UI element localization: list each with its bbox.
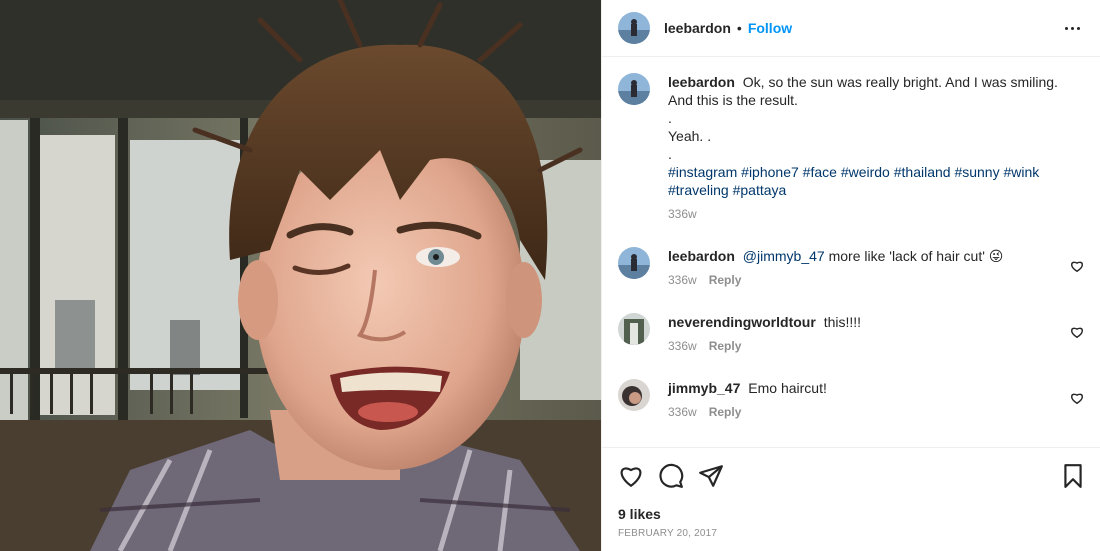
post-date: FEBRUARY 20, 2017 xyxy=(618,528,718,539)
hashtag-link[interactable]: #face xyxy=(803,164,837,180)
comment-meta: 336w Reply xyxy=(668,271,1060,289)
comment-icon[interactable] xyxy=(658,463,684,489)
caption-username[interactable]: leebardon xyxy=(668,74,735,90)
caption-text-line-2: And this is the result. xyxy=(668,92,798,108)
reply-button[interactable]: Reply xyxy=(709,403,742,421)
comment-meta: 336w Reply xyxy=(668,337,1060,355)
comment-heart-icon[interactable] xyxy=(1070,259,1084,273)
post-author-username[interactable]: leebardon xyxy=(664,20,731,36)
hashtag-link[interactable]: #instagram xyxy=(668,164,737,180)
post-header: leebardon • Follow xyxy=(602,0,1100,57)
avatar[interactable] xyxy=(618,12,650,44)
comment-item: neverendingworldtour this!!!! 336w Reply xyxy=(618,313,1084,355)
mention-link[interactable]: @jimmyb_47 xyxy=(743,248,825,264)
bookmark-icon[interactable] xyxy=(1060,463,1086,489)
hashtag-link[interactable]: #wink xyxy=(1004,164,1040,180)
reply-button[interactable]: Reply xyxy=(709,271,742,289)
comment-text: Emo haircut! xyxy=(748,380,827,396)
comment-heart-icon[interactable] xyxy=(1070,391,1084,405)
avatar[interactable] xyxy=(618,73,650,105)
post-details-panel: leebardon • Follow leebardon Ok, so the … xyxy=(601,0,1100,551)
comment-username[interactable]: jimmyb_47 xyxy=(668,380,740,396)
follow-button[interactable]: Follow xyxy=(748,20,792,36)
comment-meta: 336w Reply xyxy=(668,403,1060,421)
avatar[interactable] xyxy=(618,247,650,279)
post-photo[interactable] xyxy=(0,0,601,551)
comment-body: leebardon @jimmyb_47 more like 'lack of … xyxy=(668,247,1084,289)
comment-age[interactable]: 336w xyxy=(668,337,697,355)
caption-meta: 336w xyxy=(668,205,1060,223)
caption-body: leebardon Ok, so the sun was really brig… xyxy=(668,73,1084,223)
caption-text-line-3: . xyxy=(668,110,672,126)
comment-item: leebardon @jimmyb_47 more like 'lack of … xyxy=(618,247,1084,289)
avatar[interactable] xyxy=(618,379,650,411)
hashtag-link[interactable]: #sunny xyxy=(954,164,999,180)
caption-text-line-4: Yeah. . xyxy=(668,128,712,144)
avatar-image xyxy=(618,12,650,44)
hashtag-link[interactable]: #traveling xyxy=(668,182,729,198)
avatar[interactable] xyxy=(618,313,650,345)
share-icon[interactable] xyxy=(698,463,724,489)
hashtag-link[interactable]: #thailand xyxy=(894,164,951,180)
caption-age[interactable]: 336w xyxy=(668,205,697,223)
hashtag-link[interactable]: #iphone7 xyxy=(741,164,799,180)
caption-hashtags: #instagram #iphone7 #face #weirdo #thail… xyxy=(668,163,1060,199)
avatar-image xyxy=(618,313,650,345)
comment-age[interactable]: 336w xyxy=(668,271,697,289)
hashtag-link[interactable]: #pattaya xyxy=(733,182,787,198)
caption-text-line-1: Ok, so the sun was really bright. And I … xyxy=(742,74,1058,90)
avatar-image xyxy=(618,73,650,105)
heart-icon[interactable] xyxy=(618,463,644,489)
comment-body: neverendingworldtour this!!!! 336w Reply xyxy=(668,313,1084,355)
wink-tongue-emoji: 😜 xyxy=(988,248,1004,264)
comment-item: jimmyb_47 Emo haircut! 336w Reply xyxy=(618,379,1084,421)
comments-list: leebardon Ok, so the sun was really brig… xyxy=(602,57,1100,447)
avatar-image xyxy=(618,247,650,279)
comment-text: more like 'lack of hair cut' xyxy=(824,248,989,264)
reply-button[interactable]: Reply xyxy=(709,337,742,355)
action-icons-row xyxy=(618,456,1086,496)
caption-text-line-5: . xyxy=(668,146,672,162)
post-actions: 9 likes FEBRUARY 20, 2017 xyxy=(602,447,1100,551)
hashtag-link[interactable]: #weirdo xyxy=(841,164,890,180)
comment-body: jimmyb_47 Emo haircut! 336w Reply xyxy=(668,379,1084,421)
avatar-image xyxy=(618,379,650,411)
likes-count[interactable]: 9 likes xyxy=(618,506,1086,522)
comment-age[interactable]: 336w xyxy=(668,403,697,421)
post-dialog: leebardon • Follow leebardon Ok, so the … xyxy=(0,0,1100,551)
comment-heart-icon[interactable] xyxy=(1070,325,1084,339)
more-options-icon[interactable] xyxy=(1060,16,1084,40)
caption: leebardon Ok, so the sun was really brig… xyxy=(618,73,1084,223)
post-photo-image xyxy=(0,0,601,551)
comment-username[interactable]: leebardon xyxy=(668,248,735,264)
comment-text: this!!!! xyxy=(823,314,862,330)
separator-dot: • xyxy=(736,20,742,36)
comment-username[interactable]: neverendingworldtour xyxy=(668,314,816,330)
